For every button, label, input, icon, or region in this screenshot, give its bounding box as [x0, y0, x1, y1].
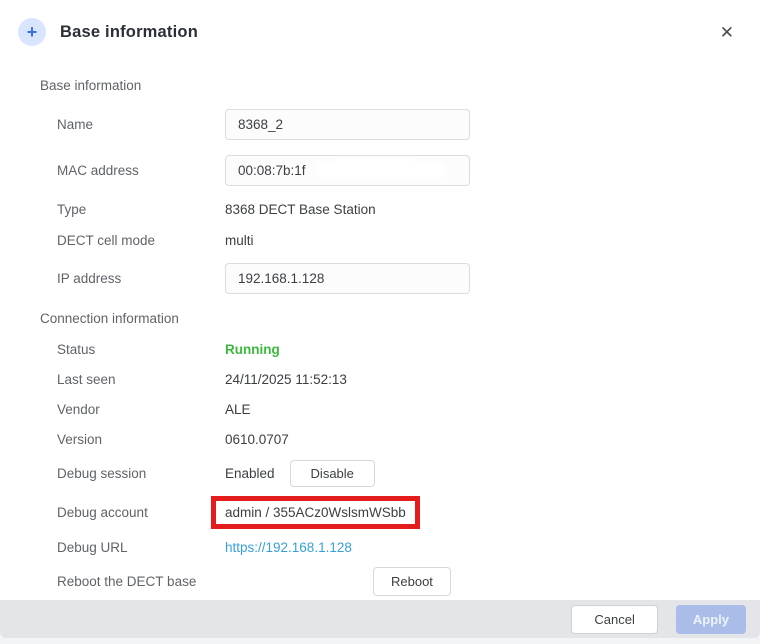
version-value: 0610.0707 — [225, 432, 760, 447]
vendor-label: Vendor — [57, 402, 225, 417]
ip-address-input[interactable] — [225, 263, 470, 294]
status-label: Status — [57, 342, 225, 357]
reboot-label: Reboot the DECT base — [57, 574, 225, 589]
debug-account-value: admin / 355ACz0WslsmWSbb — [225, 505, 406, 520]
row-status: Status Running — [0, 334, 760, 364]
debug-url-link[interactable]: https://192.168.1.128 — [225, 540, 352, 555]
apply-button[interactable]: Apply — [676, 605, 746, 634]
row-mac-address: MAC address — [0, 147, 760, 193]
dialog-footer: Cancel Apply — [0, 600, 760, 638]
name-input[interactable] — [225, 109, 470, 140]
dialog-title: Base information — [60, 23, 198, 42]
disable-button[interactable]: Disable — [290, 460, 375, 487]
base-information-dialog: + Base information ✕ Base information Na… — [0, 0, 760, 638]
row-vendor: Vendor ALE — [0, 394, 760, 424]
mac-address-label: MAC address — [57, 163, 225, 178]
vendor-value: ALE — [225, 402, 760, 417]
row-name: Name — [0, 101, 760, 147]
debug-account-highlight-box: admin / 355ACz0WslsmWSbb — [211, 496, 420, 529]
debug-session-label: Debug session — [57, 466, 225, 481]
ip-address-label: IP address — [57, 271, 225, 286]
name-label: Name — [57, 117, 225, 132]
version-label: Version — [57, 432, 225, 447]
row-debug-session: Debug session Enabled Disable — [0, 454, 760, 492]
row-ip-address: IP address — [0, 255, 760, 301]
cancel-button[interactable]: Cancel — [571, 605, 657, 634]
dialog-header: + Base information ✕ — [0, 0, 760, 64]
status-value: Running — [225, 342, 760, 357]
section-heading-connection-information: Connection information — [40, 311, 760, 326]
debug-url-label: Debug URL — [57, 540, 225, 555]
type-label: Type — [57, 202, 225, 217]
row-dect-cell-mode: DECT cell mode multi — [0, 225, 760, 255]
type-value: 8368 DECT Base Station — [225, 202, 760, 217]
row-reboot: Reboot the DECT base Reboot — [0, 562, 760, 600]
reboot-button[interactable]: Reboot — [373, 567, 451, 596]
mac-address-input[interactable] — [225, 155, 470, 186]
close-icon[interactable]: ✕ — [716, 20, 738, 45]
row-last-seen: Last seen 24/11/2025 11:52:13 — [0, 364, 760, 394]
dect-cell-mode-value: multi — [225, 233, 760, 248]
row-debug-url: Debug URL https://192.168.1.128 — [0, 532, 760, 562]
plus-icon: + — [18, 18, 46, 46]
last-seen-label: Last seen — [57, 372, 225, 387]
debug-account-label: Debug account — [57, 505, 225, 520]
dialog-body: Base information Name MAC address Type 8… — [0, 78, 760, 600]
dect-cell-mode-label: DECT cell mode — [57, 233, 225, 248]
row-version: Version 0610.0707 — [0, 424, 760, 454]
row-type: Type 8368 DECT Base Station — [0, 193, 760, 225]
section-heading-base-information: Base information — [40, 78, 760, 93]
last-seen-value: 24/11/2025 11:52:13 — [225, 372, 760, 387]
debug-session-value: Enabled — [225, 466, 275, 481]
row-debug-account: Debug account admin / 355ACz0WslsmWSbb — [0, 492, 760, 532]
